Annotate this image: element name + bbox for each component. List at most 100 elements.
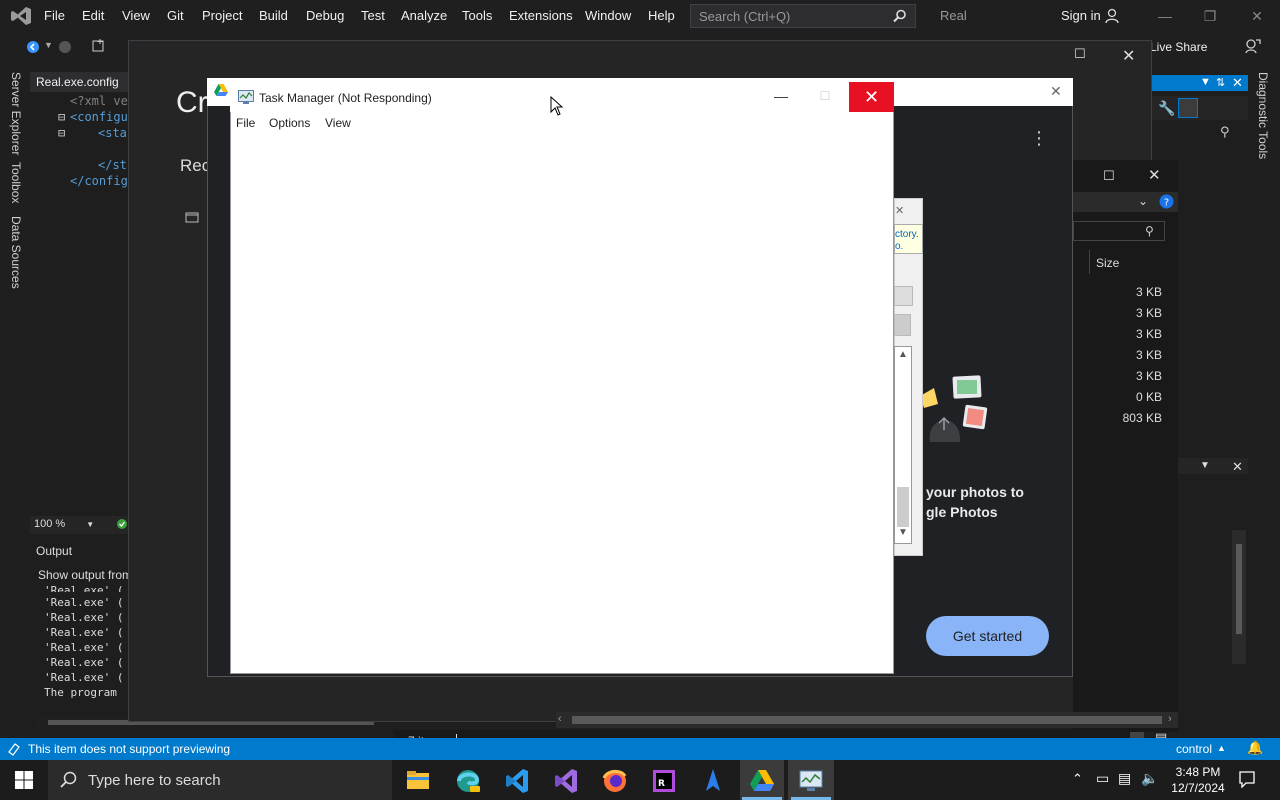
code-editor[interactable] <box>30 92 130 514</box>
sign-in-link[interactable]: Sign in <box>1061 8 1101 23</box>
menu-window[interactable]: Window <box>585 8 631 23</box>
visual-studio-icon[interactable] <box>546 764 586 798</box>
close-icon[interactable]: ✕ <box>895 204 904 217</box>
explorer-close-button[interactable]: ✕ <box>1148 166 1161 184</box>
tab-toolbox[interactable]: Toolbox <box>9 162 23 203</box>
blue-app-icon[interactable] <box>693 764 733 798</box>
svg-text:R: R <box>658 779 665 789</box>
tab-diagnostic-tools[interactable]: Diagnostic Tools <box>1256 72 1270 159</box>
windows-start-icon[interactable] <box>14 770 34 790</box>
source-control-label[interactable]: control <box>1176 742 1212 756</box>
photos-promo-text: your photos to gle Photos <box>926 482 1024 522</box>
template-icon <box>185 212 199 223</box>
panel-close-icon[interactable]: ✕ <box>1232 459 1243 475</box>
file-explorer-window <box>1073 160 1178 732</box>
rider-icon[interactable]: R <box>644 764 684 798</box>
vs-restore-button[interactable]: ❐ <box>1200 6 1220 26</box>
task-manager-taskbar-icon[interactable] <box>791 764 831 798</box>
properties-icon[interactable] <box>1178 98 1198 118</box>
dialog-maximize-button[interactable]: ☐ <box>1074 46 1086 62</box>
search-icon <box>60 771 77 788</box>
code-line-4: </st <box>98 158 127 172</box>
menu-edit[interactable]: Edit <box>82 8 104 23</box>
edge-browser-icon[interactable] <box>448 764 488 798</box>
menu-debug[interactable]: Debug <box>306 8 344 23</box>
output-line: 'Real.exe' ( <box>44 596 124 609</box>
task-manager-minimize-button[interactable]: — <box>770 84 792 108</box>
explorer-horizontal-scrollbar[interactable]: ‹ › <box>556 712 1178 728</box>
network-icon[interactable]: ▤ <box>1118 770 1131 787</box>
feedback-icon[interactable] <box>1244 38 1262 54</box>
visual-studio-logo-icon <box>11 7 31 25</box>
chevron-down-icon[interactable]: ⌄ <box>1138 194 1148 208</box>
volume-icon[interactable]: 🔈 <box>1141 770 1158 787</box>
task-manager-close-button[interactable]: ✕ <box>849 82 894 112</box>
live-share-button[interactable]: Live Share <box>1150 40 1207 54</box>
editor-tab-real-exe-config[interactable]: Real.exe.config <box>30 72 130 92</box>
system-clock[interactable]: 3:48 PM 12/7/2024 <box>1168 764 1228 796</box>
output-title: Output <box>36 544 73 558</box>
file-explorer-icon[interactable] <box>398 764 438 798</box>
menu-extensions[interactable]: Extensions <box>509 8 573 23</box>
task-manager-title: Task Manager (Not Responding) <box>259 91 432 105</box>
help-icon[interactable]: ? <box>1159 194 1174 209</box>
wrench-icon[interactable]: 🔧 <box>1158 100 1175 117</box>
dialog-title-fragment: Cr <box>176 86 208 119</box>
account-icon[interactable] <box>1105 8 1121 24</box>
menu-view[interactable]: View <box>122 8 150 23</box>
tm-menu-options[interactable]: Options <box>269 116 310 130</box>
firefox-icon[interactable] <box>595 764 635 798</box>
tm-menu-view[interactable]: View <box>325 116 351 130</box>
explorer-maximize-button[interactable]: ☐ <box>1103 168 1115 184</box>
menu-analyze[interactable]: Analyze <box>401 8 447 23</box>
menu-help[interactable]: Help <box>648 8 675 23</box>
output-line: 'Real.exe' ( <box>44 671 124 684</box>
tab-server-explorer[interactable]: Server Explorer <box>9 72 23 155</box>
back-dropdown-icon[interactable]: ▼ <box>44 40 53 50</box>
menu-test[interactable]: Test <box>361 8 385 23</box>
dialog-list-scrollbar[interactable]: ▲ ▼ <box>894 346 912 544</box>
show-hidden-icons-chevron-icon[interactable]: ⌃ <box>1072 771 1083 787</box>
pin-icon[interactable]: ⇅ <box>1216 76 1225 89</box>
promo-line-2: gle Photos <box>926 504 998 520</box>
menu-project[interactable]: Project <box>202 8 242 23</box>
panel-close-icon[interactable]: ✕ <box>1232 75 1243 91</box>
vscode-icon[interactable] <box>497 764 537 798</box>
tm-menu-file[interactable]: File <box>236 116 255 130</box>
search-icon: ⚲ <box>1145 224 1154 238</box>
menu-build[interactable]: Build <box>259 8 288 23</box>
search-icon[interactable]: ⚲ <box>1220 124 1230 140</box>
clock-time: 3:48 PM <box>1175 765 1221 779</box>
taskbar-search-box[interactable]: Type here to search <box>48 760 392 800</box>
tray-app-icon[interactable]: ▭ <box>1096 770 1109 787</box>
collapse-icon[interactable]: ⊟ <box>58 126 65 140</box>
size-column-header[interactable]: Size <box>1096 256 1119 270</box>
dialog-field[interactable] <box>894 314 911 336</box>
menu-file[interactable]: File <box>44 8 65 23</box>
notifications-bell-icon[interactable]: 🔔 <box>1247 740 1263 756</box>
dialog-close-button[interactable]: ✕ <box>1122 46 1135 66</box>
forward-icon[interactable] <box>58 40 72 54</box>
menu-tools[interactable]: Tools <box>462 8 492 23</box>
more-options-icon[interactable]: ⋮ <box>1030 128 1048 149</box>
google-drive-icon[interactable] <box>742 764 782 798</box>
back-icon[interactable] <box>26 40 40 54</box>
vs-search-box[interactable]: Search (Ctrl+Q) <box>690 4 916 28</box>
task-manager-maximize-button[interactable]: ☐ <box>816 84 834 108</box>
new-project-icon[interactable] <box>90 38 106 54</box>
vs-close-button[interactable]: ✕ <box>1247 6 1267 26</box>
collapse-icon[interactable]: ⊟ <box>58 110 65 124</box>
panel-scrollbar[interactable] <box>1232 530 1246 664</box>
zoom-level-dropdown[interactable]: 100 % ▼ <box>30 516 130 534</box>
chevron-up-icon[interactable]: ▲ <box>1217 743 1226 753</box>
file-size: 3 KB <box>1135 369 1162 383</box>
pin-icon[interactable]: ▼ <box>1200 76 1211 88</box>
get-started-button[interactable]: Get started <box>926 616 1049 656</box>
dropdown-icon[interactable]: ▼ <box>1200 460 1210 471</box>
drive-close-button[interactable]: ✕ <box>1050 83 1062 100</box>
menu-git[interactable]: Git <box>167 8 184 23</box>
vs-minimize-button[interactable]: — <box>1155 6 1175 26</box>
dialog-field[interactable] <box>894 286 913 306</box>
tab-data-sources[interactable]: Data Sources <box>9 216 23 289</box>
action-center-icon[interactable] <box>1238 770 1256 788</box>
